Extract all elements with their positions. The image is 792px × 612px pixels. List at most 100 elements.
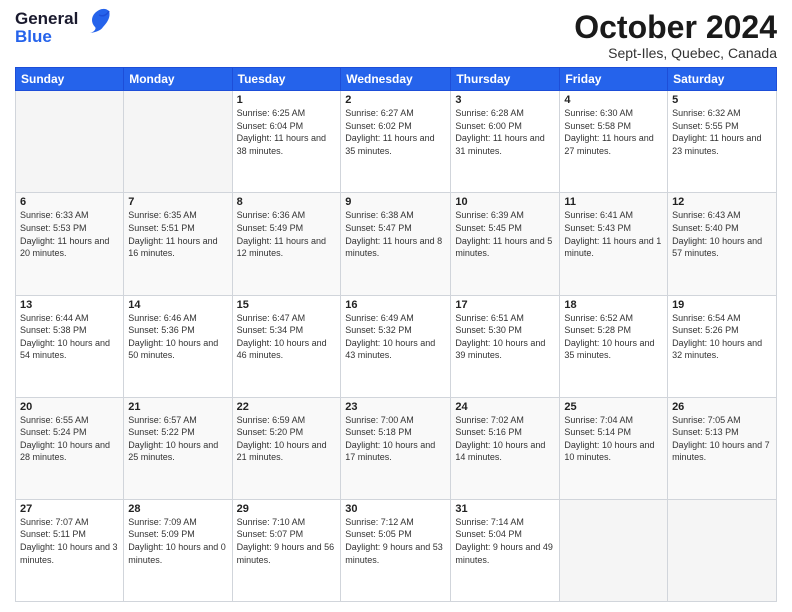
calendar-cell: 11Sunrise: 6:41 AMSunset: 5:43 PMDayligh… (560, 193, 668, 295)
day-number: 14 (128, 299, 227, 311)
day-number: 28 (128, 503, 227, 515)
day-info: Sunrise: 6:25 AMSunset: 6:04 PMDaylight:… (237, 107, 337, 157)
day-number: 7 (128, 196, 227, 208)
day-number: 1 (237, 94, 337, 106)
day-info: Sunrise: 6:46 AMSunset: 5:36 PMDaylight:… (128, 312, 227, 362)
day-info: Sunrise: 7:07 AMSunset: 5:11 PMDaylight:… (20, 516, 119, 566)
location: Sept-Iles, Quebec, Canada (574, 45, 777, 61)
day-info: Sunrise: 6:27 AMSunset: 6:02 PMDaylight:… (345, 107, 446, 157)
calendar-day-header: Tuesday (232, 68, 341, 91)
month-title: October 2024 (574, 10, 777, 45)
calendar-cell: 5Sunrise: 6:32 AMSunset: 5:55 PMDaylight… (668, 91, 777, 193)
day-number: 15 (237, 299, 337, 311)
calendar-cell: 27Sunrise: 7:07 AMSunset: 5:11 PMDayligh… (16, 499, 124, 601)
header: General Blue October 2024 Sept-Iles, Que… (15, 10, 777, 61)
calendar-cell: 15Sunrise: 6:47 AMSunset: 5:34 PMDayligh… (232, 295, 341, 397)
day-number: 10 (455, 196, 555, 208)
day-number: 26 (672, 401, 772, 413)
calendar-week-row: 6Sunrise: 6:33 AMSunset: 5:53 PMDaylight… (16, 193, 777, 295)
calendar-cell: 1Sunrise: 6:25 AMSunset: 6:04 PMDaylight… (232, 91, 341, 193)
day-number: 6 (20, 196, 119, 208)
calendar-day-header: Monday (124, 68, 232, 91)
calendar-table: SundayMondayTuesdayWednesdayThursdayFrid… (15, 67, 777, 602)
calendar-cell: 14Sunrise: 6:46 AMSunset: 5:36 PMDayligh… (124, 295, 232, 397)
day-number: 13 (20, 299, 119, 311)
header-right: October 2024 Sept-Iles, Quebec, Canada (574, 10, 777, 61)
calendar-cell: 28Sunrise: 7:09 AMSunset: 5:09 PMDayligh… (124, 499, 232, 601)
day-info: Sunrise: 6:55 AMSunset: 5:24 PMDaylight:… (20, 414, 119, 464)
day-number: 3 (455, 94, 555, 106)
logo-blue: Blue (15, 28, 78, 46)
calendar-week-row: 27Sunrise: 7:07 AMSunset: 5:11 PMDayligh… (16, 499, 777, 601)
calendar-cell: 26Sunrise: 7:05 AMSunset: 5:13 PMDayligh… (668, 397, 777, 499)
calendar-cell: 20Sunrise: 6:55 AMSunset: 5:24 PMDayligh… (16, 397, 124, 499)
calendar-cell (16, 91, 124, 193)
day-number: 8 (237, 196, 337, 208)
day-number: 29 (237, 503, 337, 515)
calendar-day-header: Sunday (16, 68, 124, 91)
day-number: 2 (345, 94, 446, 106)
day-number: 27 (20, 503, 119, 515)
calendar-cell: 29Sunrise: 7:10 AMSunset: 5:07 PMDayligh… (232, 499, 341, 601)
calendar-cell: 9Sunrise: 6:38 AMSunset: 5:47 PMDaylight… (341, 193, 451, 295)
calendar-cell: 7Sunrise: 6:35 AMSunset: 5:51 PMDaylight… (124, 193, 232, 295)
day-number: 21 (128, 401, 227, 413)
calendar-cell: 16Sunrise: 6:49 AMSunset: 5:32 PMDayligh… (341, 295, 451, 397)
day-info: Sunrise: 6:52 AMSunset: 5:28 PMDaylight:… (564, 312, 663, 362)
day-info: Sunrise: 7:14 AMSunset: 5:04 PMDaylight:… (455, 516, 555, 566)
day-info: Sunrise: 7:12 AMSunset: 5:05 PMDaylight:… (345, 516, 446, 566)
day-number: 11 (564, 196, 663, 208)
day-info: Sunrise: 7:02 AMSunset: 5:16 PMDaylight:… (455, 414, 555, 464)
day-number: 23 (345, 401, 446, 413)
calendar-cell: 31Sunrise: 7:14 AMSunset: 5:04 PMDayligh… (451, 499, 560, 601)
day-info: Sunrise: 6:49 AMSunset: 5:32 PMDaylight:… (345, 312, 446, 362)
calendar-cell: 18Sunrise: 6:52 AMSunset: 5:28 PMDayligh… (560, 295, 668, 397)
day-info: Sunrise: 6:33 AMSunset: 5:53 PMDaylight:… (20, 209, 119, 259)
calendar-cell (560, 499, 668, 601)
day-info: Sunrise: 7:00 AMSunset: 5:18 PMDaylight:… (345, 414, 446, 464)
day-info: Sunrise: 6:47 AMSunset: 5:34 PMDaylight:… (237, 312, 337, 362)
day-info: Sunrise: 7:10 AMSunset: 5:07 PMDaylight:… (237, 516, 337, 566)
day-info: Sunrise: 6:59 AMSunset: 5:20 PMDaylight:… (237, 414, 337, 464)
day-info: Sunrise: 6:39 AMSunset: 5:45 PMDaylight:… (455, 209, 555, 259)
day-number: 25 (564, 401, 663, 413)
day-number: 19 (672, 299, 772, 311)
day-info: Sunrise: 7:04 AMSunset: 5:14 PMDaylight:… (564, 414, 663, 464)
day-info: Sunrise: 7:05 AMSunset: 5:13 PMDaylight:… (672, 414, 772, 464)
calendar-cell: 8Sunrise: 6:36 AMSunset: 5:49 PMDaylight… (232, 193, 341, 295)
calendar-week-row: 13Sunrise: 6:44 AMSunset: 5:38 PMDayligh… (16, 295, 777, 397)
calendar-cell: 13Sunrise: 6:44 AMSunset: 5:38 PMDayligh… (16, 295, 124, 397)
day-info: Sunrise: 6:28 AMSunset: 6:00 PMDaylight:… (455, 107, 555, 157)
day-info: Sunrise: 6:41 AMSunset: 5:43 PMDaylight:… (564, 209, 663, 259)
calendar-cell: 25Sunrise: 7:04 AMSunset: 5:14 PMDayligh… (560, 397, 668, 499)
calendar-day-header: Saturday (668, 68, 777, 91)
day-info: Sunrise: 7:09 AMSunset: 5:09 PMDaylight:… (128, 516, 227, 566)
calendar-cell: 12Sunrise: 6:43 AMSunset: 5:40 PMDayligh… (668, 193, 777, 295)
calendar-cell: 24Sunrise: 7:02 AMSunset: 5:16 PMDayligh… (451, 397, 560, 499)
calendar-cell: 4Sunrise: 6:30 AMSunset: 5:58 PMDaylight… (560, 91, 668, 193)
calendar-day-header: Thursday (451, 68, 560, 91)
day-info: Sunrise: 6:57 AMSunset: 5:22 PMDaylight:… (128, 414, 227, 464)
logo: General Blue (15, 10, 113, 46)
day-info: Sunrise: 6:44 AMSunset: 5:38 PMDaylight:… (20, 312, 119, 362)
logo-general: General (15, 10, 78, 28)
day-number: 12 (672, 196, 772, 208)
day-info: Sunrise: 6:36 AMSunset: 5:49 PMDaylight:… (237, 209, 337, 259)
day-number: 18 (564, 299, 663, 311)
day-info: Sunrise: 6:35 AMSunset: 5:51 PMDaylight:… (128, 209, 227, 259)
calendar-cell: 21Sunrise: 6:57 AMSunset: 5:22 PMDayligh… (124, 397, 232, 499)
calendar-cell: 6Sunrise: 6:33 AMSunset: 5:53 PMDaylight… (16, 193, 124, 295)
calendar-header-row: SundayMondayTuesdayWednesdayThursdayFrid… (16, 68, 777, 91)
day-info: Sunrise: 6:32 AMSunset: 5:55 PMDaylight:… (672, 107, 772, 157)
calendar-cell: 19Sunrise: 6:54 AMSunset: 5:26 PMDayligh… (668, 295, 777, 397)
day-number: 4 (564, 94, 663, 106)
day-number: 9 (345, 196, 446, 208)
day-number: 24 (455, 401, 555, 413)
calendar-day-header: Friday (560, 68, 668, 91)
day-info: Sunrise: 6:43 AMSunset: 5:40 PMDaylight:… (672, 209, 772, 259)
calendar-week-row: 1Sunrise: 6:25 AMSunset: 6:04 PMDaylight… (16, 91, 777, 193)
calendar-cell: 17Sunrise: 6:51 AMSunset: 5:30 PMDayligh… (451, 295, 560, 397)
day-number: 22 (237, 401, 337, 413)
day-number: 30 (345, 503, 446, 515)
calendar-week-row: 20Sunrise: 6:55 AMSunset: 5:24 PMDayligh… (16, 397, 777, 499)
